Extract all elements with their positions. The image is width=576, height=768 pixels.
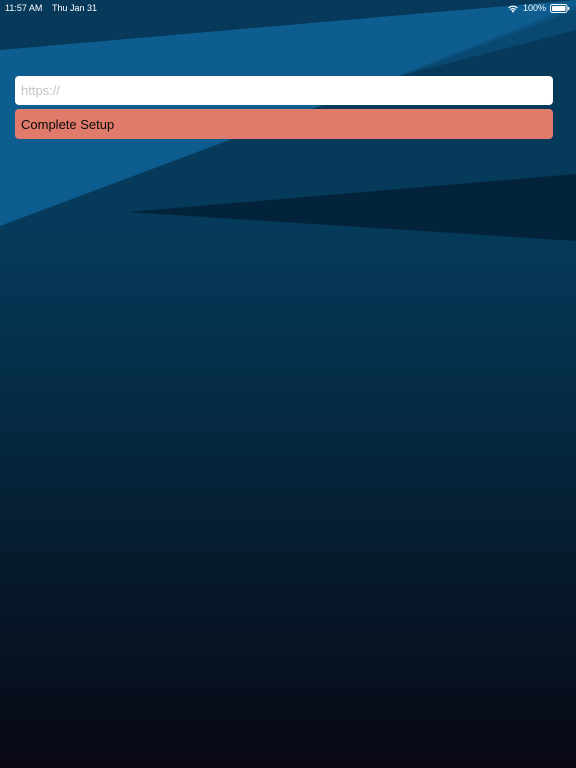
complete-setup-button[interactable]: Complete Setup (15, 109, 553, 139)
server-url-input[interactable] (15, 76, 553, 105)
battery-full-icon (550, 3, 570, 13)
wifi-icon (508, 5, 518, 13)
status-date: Thu Jan 31 (52, 3, 98, 13)
battery-percentage: 100% (522, 3, 546, 13)
status-time: 11:57 AM (5, 3, 43, 13)
background-dark-shard (128, 174, 576, 241)
status-bar: 11:57 AM Thu Jan 31 100% (0, 0, 576, 16)
status-indicators: 100% (507, 0, 570, 16)
